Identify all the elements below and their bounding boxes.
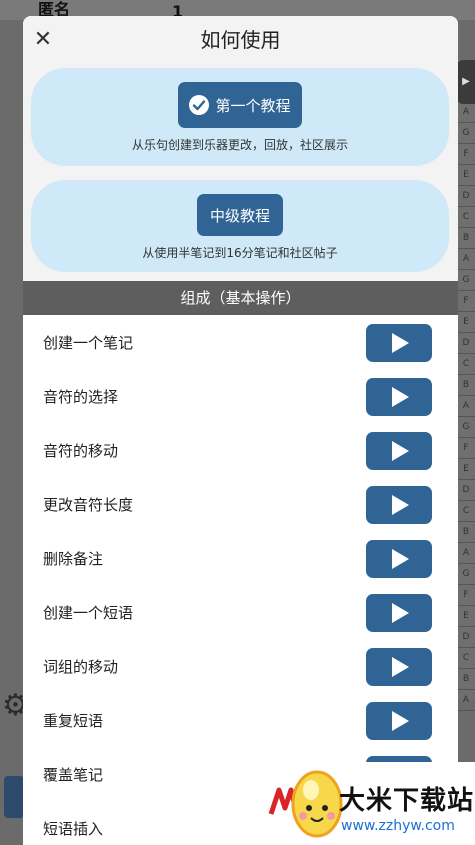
first-tutorial-label: 第一个教程 xyxy=(215,96,291,115)
lesson-label: 短语插入 xyxy=(43,820,104,838)
piano-key: G xyxy=(457,123,475,144)
piano-key: F xyxy=(457,291,475,312)
background-button xyxy=(4,776,24,818)
play-icon xyxy=(392,495,409,515)
play-button[interactable] xyxy=(366,648,432,686)
piano-key: D xyxy=(457,186,475,207)
intermediate-tutorial-description: 从使用半笔记到16分笔记和社区帖子 xyxy=(142,246,338,260)
piano-key: D xyxy=(457,333,475,354)
piano-key: A xyxy=(457,249,475,270)
piano-key: G xyxy=(457,270,475,291)
dialog-header: ✕ 如何使用 xyxy=(23,16,458,64)
play-icon xyxy=(392,333,409,353)
lesson-label: 创建一个笔记 xyxy=(43,334,134,352)
piano-key: F xyxy=(457,585,475,606)
play-icon xyxy=(392,441,409,461)
lesson-row: 更改音符长度 xyxy=(23,477,458,531)
piano-key: B xyxy=(457,669,475,690)
piano-key: C xyxy=(457,648,475,669)
piano-key: G xyxy=(457,564,475,585)
play-tab: ▶ xyxy=(457,60,475,104)
play-button[interactable] xyxy=(366,702,432,740)
lesson-label: 词组的移动 xyxy=(43,658,119,676)
play-button[interactable] xyxy=(366,432,432,470)
piano-key: E xyxy=(457,606,475,627)
watermark-name: 大米下载站 xyxy=(339,786,475,816)
lesson-label: 重复短语 xyxy=(43,712,104,730)
play-icon xyxy=(392,387,409,407)
piano-key: C xyxy=(457,354,475,375)
piano-key: B xyxy=(457,228,475,249)
intermediate-tutorial-button[interactable]: 中级教程 xyxy=(197,194,283,236)
piano-key: D xyxy=(457,480,475,501)
watermark-url: www.zzhyw.com xyxy=(341,818,455,834)
lesson-label: 音符的移动 xyxy=(43,442,119,460)
rice-mascot-logo xyxy=(268,770,343,838)
tutorial-area: 第一个教程 从乐句创建到乐器更改，回放，社区展示 中级教程 从使用半笔记到16分… xyxy=(23,64,458,281)
lesson-row: 创建一个短语 xyxy=(23,585,458,639)
lesson-row: 删除备注 xyxy=(23,531,458,585)
first-tutorial-description: 从乐句创建到乐器更改，回放，社区展示 xyxy=(131,138,348,152)
piano-key: B xyxy=(457,375,475,396)
intermediate-tutorial-label: 中级教程 xyxy=(209,206,270,225)
dialog-title: 如何使用 xyxy=(200,28,281,52)
play-button[interactable] xyxy=(366,324,432,362)
play-button[interactable] xyxy=(366,378,432,416)
lesson-row: 创建一个笔记 xyxy=(23,315,458,369)
piano-key: D xyxy=(457,627,475,648)
lesson-row: 音符的移动 xyxy=(23,423,458,477)
tutorial-card-intermediate: 中级教程 从使用半笔记到16分笔记和社区帖子 xyxy=(31,180,449,272)
piano-key: B xyxy=(457,522,475,543)
section-header: 组成（基本操作） xyxy=(23,281,458,315)
piano-key: F xyxy=(457,438,475,459)
play-icon xyxy=(392,549,409,569)
lesson-label: 音符的选择 xyxy=(43,388,119,406)
lesson-label: 覆盖笔记 xyxy=(43,766,104,784)
lesson-label: 删除备注 xyxy=(43,550,104,568)
piano-key: C xyxy=(457,501,475,522)
piano-key: E xyxy=(457,459,475,480)
lesson-row: 音符的选择 xyxy=(23,369,458,423)
play-button[interactable] xyxy=(366,540,432,578)
play-icon xyxy=(392,657,409,677)
lesson-label: 创建一个短语 xyxy=(43,604,134,622)
play-icon xyxy=(392,711,409,731)
play-icon xyxy=(392,603,409,623)
piano-key: G xyxy=(457,417,475,438)
watermark: 大米下载站 www.zzhyw.com xyxy=(263,762,475,845)
piano-key: A xyxy=(457,543,475,564)
lesson-row: 词组的移动 xyxy=(23,639,458,693)
piano-key: A xyxy=(457,396,475,417)
play-button[interactable] xyxy=(366,486,432,524)
piano-key: E xyxy=(457,165,475,186)
piano-key: F xyxy=(457,144,475,165)
first-tutorial-button[interactable]: 第一个教程 xyxy=(178,82,302,128)
piano-keys: CBAGFEDCBAGFEDCBAGFEDCBAGFEDCBA xyxy=(457,60,475,711)
piano-key: E xyxy=(457,312,475,333)
piano-key: C xyxy=(457,207,475,228)
piano-key: A xyxy=(457,690,475,711)
lesson-row: 重复短语 xyxy=(23,693,458,747)
tutorial-card-first: 第一个教程 从乐句创建到乐器更改，回放，社区展示 xyxy=(31,68,449,166)
check-circle-icon xyxy=(189,95,210,115)
how-to-use-dialog: ✕ 如何使用 第一个教程 从乐句创建到乐器更改，回放，社区展示 中级教程 从使用… xyxy=(23,16,458,845)
play-button[interactable] xyxy=(366,594,432,632)
lesson-label: 更改音符长度 xyxy=(43,496,134,514)
piano-key: A xyxy=(457,102,475,123)
